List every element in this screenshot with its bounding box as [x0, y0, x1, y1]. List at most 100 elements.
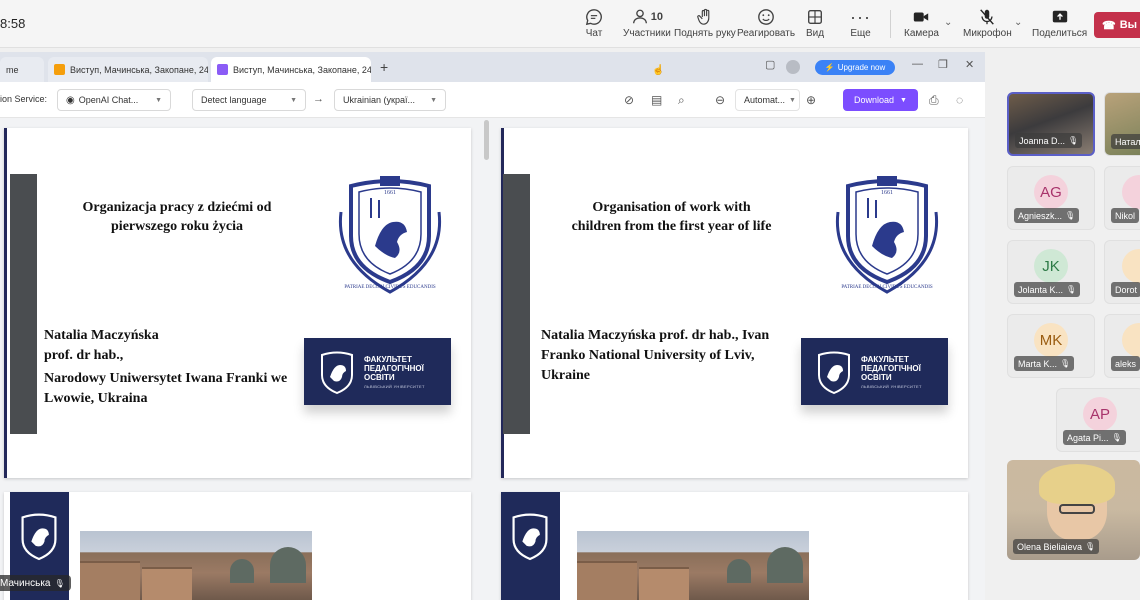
- zoom-in-icon[interactable]: ⊕: [806, 93, 816, 107]
- mic-off-icon: 🎙: [1085, 542, 1096, 551]
- original-slide-2: [4, 492, 471, 600]
- more-label: Еще: [850, 28, 871, 39]
- zoom-out-icon[interactable]: ⊖: [715, 93, 725, 107]
- participant-name: Agnieszk...: [1018, 210, 1063, 221]
- participant-name-tag: Jolanta K... 🎙: [1014, 282, 1081, 297]
- participant-tile[interactable]: AG Agnieszk... 🎙: [1007, 166, 1095, 230]
- participant-name-tag: Dorot: [1111, 282, 1140, 297]
- support-icon[interactable]: ◌: [956, 93, 963, 107]
- upgrade-button[interactable]: ⚡ Upgrade now: [815, 60, 895, 75]
- microphone-button[interactable]: Микрофон: [963, 6, 1012, 39]
- view-button[interactable]: Вид: [806, 6, 824, 39]
- react-label: Реагировать: [737, 28, 796, 39]
- zoom-select[interactable]: Automat... ▼: [735, 89, 800, 111]
- scrollbar[interactable]: [484, 120, 489, 160]
- leave-label: Вы: [1119, 19, 1138, 31]
- slide-side-panel: [501, 492, 560, 600]
- tab-search-icon[interactable]: ▢: [765, 58, 775, 71]
- cursor-icon: ☝: [652, 65, 665, 76]
- participant-name: Натал: [1115, 136, 1140, 147]
- university-crest-icon: [512, 513, 548, 561]
- phone-hangup-icon: ☎: [1102, 19, 1116, 32]
- leave-button[interactable]: ☎ Вы: [1094, 12, 1140, 38]
- participants-button[interactable]: 10 Участники: [623, 6, 671, 39]
- raise-hand-label: Поднять руку: [674, 28, 736, 39]
- crest-year: 1661: [384, 190, 396, 196]
- share-button[interactable]: Поделиться: [1032, 6, 1087, 39]
- zoom-value: Automat...: [744, 95, 786, 105]
- participant-tile[interactable]: MK Marta K... 🎙: [1007, 314, 1095, 378]
- faculty-title-2: ПЕДАГОГІЧНОЇ: [364, 363, 424, 373]
- service-value: OpenAI Chat...: [78, 95, 139, 105]
- participant-name: Agata Pi...: [1067, 432, 1109, 443]
- close-window-icon[interactable]: ✕: [965, 58, 974, 71]
- building: [577, 561, 637, 600]
- participants-count: 10: [650, 11, 664, 23]
- avatar: JK: [1034, 249, 1068, 283]
- target-language-select[interactable]: Ukrainian (украї... ▼: [334, 89, 446, 111]
- avatar: [1122, 249, 1140, 283]
- participant-name-tag: aleks: [1111, 356, 1140, 371]
- meeting-toolbar: 8:58 Чат 10 Участники Поднять руку Реаги…: [0, 0, 1140, 48]
- participant-name-tag: Olena Bieliaieva 🎙: [1013, 539, 1100, 554]
- grid-icon: [806, 6, 824, 28]
- lviv-city-photo: [577, 531, 809, 600]
- participant-name: Marta K...: [1018, 358, 1058, 369]
- participant-tile[interactable]: Joanna D... 🎙: [1007, 92, 1095, 156]
- participant-tile[interactable]: Dorot: [1104, 240, 1140, 304]
- browser-tab-strip: me Виступ, Мачинська, Закопане, 24 кв Ви…: [0, 52, 985, 82]
- smile-icon: [757, 6, 775, 28]
- participant-video-tile[interactable]: Olena Bieliaieva 🎙: [1007, 460, 1140, 560]
- participant-name: Olena Bieliaieva: [1017, 541, 1083, 552]
- raise-hand-button[interactable]: Поднять руку: [674, 6, 736, 39]
- mic-options-chevron-icon[interactable]: ⌄: [1014, 17, 1022, 28]
- author-name: Natalia Maczyńska: [44, 328, 159, 343]
- minimize-icon[interactable]: —: [912, 58, 923, 70]
- participant-tile[interactable]: Натал: [1104, 92, 1140, 156]
- mic-off-icon: 🎙: [1066, 285, 1077, 294]
- more-button[interactable]: ··· Еще: [850, 6, 871, 40]
- participant-tile[interactable]: AP Agata Pi... 🎙: [1056, 388, 1140, 452]
- participant-tile[interactable]: aleks: [1104, 314, 1140, 378]
- faculty-title-2: ПЕДАГОГІЧНОЇ: [861, 363, 921, 373]
- restore-icon[interactable]: ❐: [938, 58, 948, 71]
- participant-tile[interactable]: Nikol: [1104, 166, 1140, 230]
- translated-slide-2: [501, 492, 968, 600]
- camera-button[interactable]: Камера: [904, 6, 939, 39]
- tab-label: me: [6, 64, 19, 75]
- people-icon: 10: [631, 6, 663, 28]
- openai-icon: ◉: [66, 94, 75, 106]
- participant-tile[interactable]: JK Jolanta K... 🎙: [1007, 240, 1095, 304]
- print-icon[interactable]: ⎙: [929, 93, 939, 108]
- source-language-select[interactable]: Detect language ▼: [192, 89, 306, 111]
- camera-icon: [912, 6, 930, 28]
- search-icon[interactable]: ⌕: [678, 93, 685, 108]
- chevron-down-icon: ▼: [900, 96, 907, 104]
- presenter-name: Мачинська: [0, 577, 51, 589]
- browser-tab-translated[interactable]: Виступ, Мачинська, Закопане, 24 ✕: [211, 57, 371, 82]
- faculty-title-3: ОСВІТИ: [364, 372, 395, 382]
- chevron-down-icon: ▼: [430, 96, 437, 104]
- react-button[interactable]: Реагировать: [737, 6, 795, 39]
- service-select[interactable]: ◉ OpenAI Chat... ▼: [57, 89, 171, 111]
- mic-off-icon: 🎙: [1111, 433, 1122, 442]
- chat-button[interactable]: Чат: [585, 6, 603, 39]
- participant-name: Dorot: [1115, 284, 1138, 295]
- browser-tab-home[interactable]: me: [0, 57, 44, 82]
- target-language-value: Ukrainian (украї...: [343, 95, 415, 105]
- translated-slide-1: Organisation of work with children from …: [501, 128, 968, 478]
- faculty-subtitle: ЛЬВІВСЬКИЙ УНІВЕРСИТЕТ: [364, 383, 425, 389]
- document-icon[interactable]: ▤: [651, 93, 662, 107]
- browser-tab-presentation[interactable]: Виступ, Мачинська, Закопане, 24 кв: [48, 57, 208, 82]
- camera-options-chevron-icon[interactable]: ⌄: [944, 17, 952, 28]
- profile-avatar[interactable]: [786, 60, 800, 74]
- meeting-timer: 8:58: [0, 16, 26, 31]
- participant-hair: [1039, 464, 1115, 504]
- hide-original-icon[interactable]: ⊘: [624, 93, 634, 107]
- new-tab-icon[interactable]: +: [380, 59, 388, 75]
- download-button[interactable]: Download ▼: [843, 89, 918, 111]
- presenter-name-tag: Мачинська 🎙: [0, 575, 71, 591]
- camera-label: Камера: [904, 28, 939, 39]
- building: [142, 567, 192, 600]
- slide-accent-line: [4, 128, 7, 478]
